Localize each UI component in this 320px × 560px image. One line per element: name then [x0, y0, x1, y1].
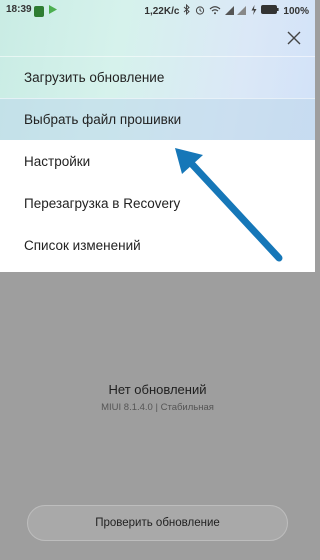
battery-icon: [261, 5, 280, 17]
menu-item-label: Перезагрузка в Recovery: [24, 196, 181, 211]
close-button[interactable]: [286, 30, 302, 46]
menu-item-settings[interactable]: Настройки: [0, 140, 315, 182]
bluetooth-icon: [183, 3, 191, 18]
charging-icon: [251, 4, 257, 18]
menu-item-reboot-recovery[interactable]: Перезагрузка в Recovery: [0, 182, 315, 224]
status-bar: 18:39 1,22K/c 100%: [0, 0, 315, 20]
status-time: 18:39: [6, 4, 32, 15]
network-speed: 1,22K/c: [144, 5, 180, 17]
status-title: Нет обновлений: [108, 382, 207, 397]
close-icon: [287, 31, 301, 45]
menu-item-label: Настройки: [24, 154, 91, 169]
overflow-menu: Загрузить обновление Выбрать файл прошив…: [0, 56, 315, 266]
menu-item-label: Загрузить обновление: [24, 70, 165, 85]
menu-item-choose-firmware[interactable]: Выбрать файл прошивки: [0, 98, 315, 140]
status-right-icons: 1,22K/c 100%: [144, 3, 309, 18]
menu-item-changelog[interactable]: Список изменений: [0, 224, 315, 266]
signal-icon: [225, 5, 247, 18]
alarm-icon: [195, 5, 205, 18]
update-status: Нет обновлений MIUI 8.1.4.0 | Стабильная: [0, 382, 315, 413]
notification-icon: [34, 5, 44, 17]
check-update-button[interactable]: Проверить обновление: [27, 505, 288, 541]
version-label: MIUI 8.1.4.0 | Стабильная: [101, 402, 214, 413]
menu-item-download-update[interactable]: Загрузить обновление: [0, 56, 315, 98]
status-left-icons: [34, 4, 58, 18]
playstore-icon: [48, 4, 58, 18]
menu-item-label: Список изменений: [24, 238, 141, 253]
menu-item-label: Выбрать файл прошивки: [24, 112, 182, 127]
battery-percent: 100%: [283, 5, 309, 17]
wifi-icon: [209, 5, 221, 18]
